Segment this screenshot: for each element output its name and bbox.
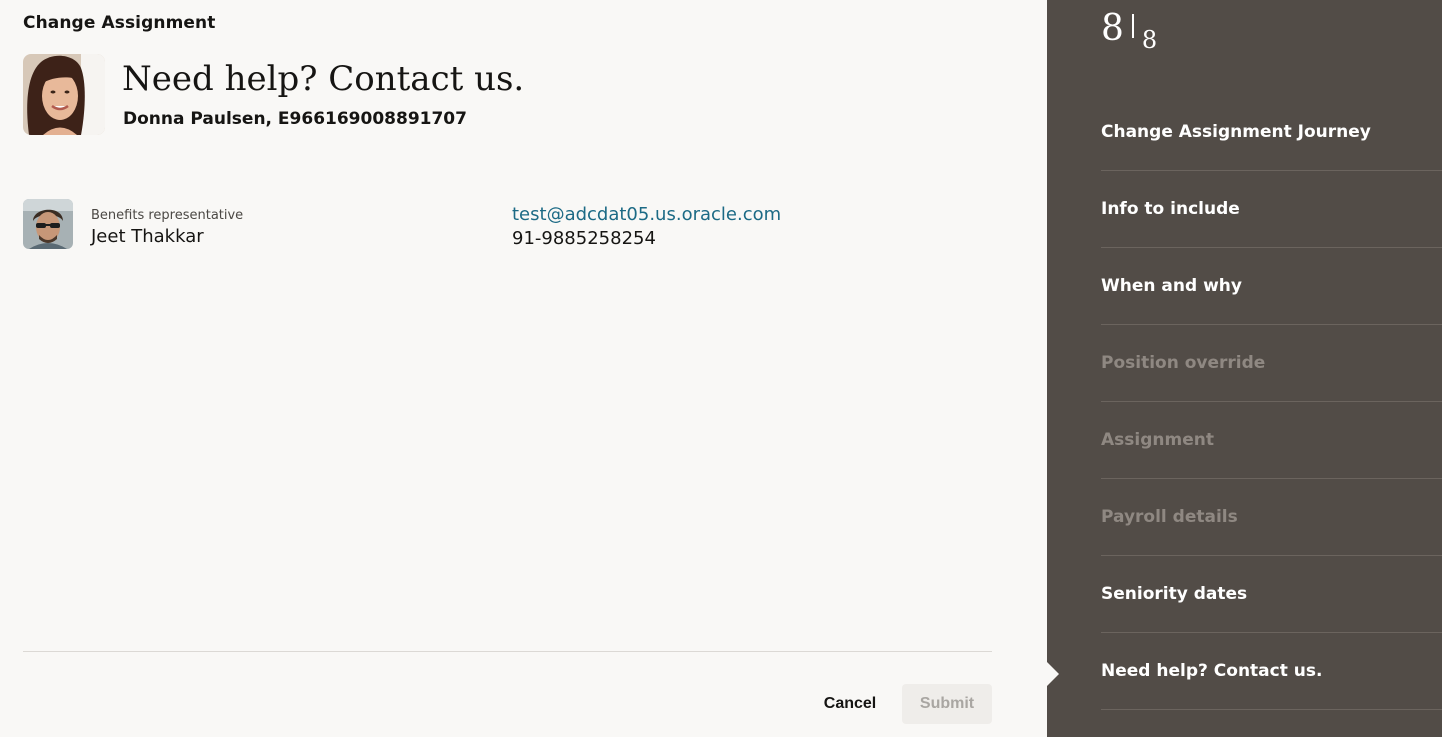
current-step-caret-icon bbox=[1047, 662, 1059, 686]
step-need-help-contact-us[interactable]: Need help? Contact us. bbox=[1101, 633, 1442, 710]
submit-button[interactable]: Submit bbox=[902, 684, 992, 724]
person-name-and-id: Donna Paulsen, E966169008891707 bbox=[123, 109, 467, 129]
step-label: When and why bbox=[1101, 276, 1242, 296]
step-seniority-dates[interactable]: Seniority dates bbox=[1101, 556, 1442, 633]
step-change-assignment-journey[interactable]: Change Assignment Journey bbox=[1101, 94, 1442, 171]
step-label: Position override bbox=[1101, 353, 1266, 373]
man-sunglasses-avatar-icon bbox=[23, 199, 73, 249]
contact-role: Benefits representative bbox=[91, 208, 244, 223]
step-label: Payroll details bbox=[1101, 507, 1238, 527]
step-label: Need help? Contact us. bbox=[1101, 661, 1323, 681]
step-sidebar: 88 Change Assignment Journey Info to inc… bbox=[1047, 0, 1442, 737]
step-label: Assignment bbox=[1101, 430, 1214, 450]
cancel-button[interactable]: Cancel bbox=[812, 684, 888, 724]
step-current: 8 bbox=[1101, 8, 1124, 49]
step-total: 8 bbox=[1141, 26, 1158, 54]
woman-portrait-avatar-icon bbox=[23, 54, 105, 135]
step-label: Change Assignment Journey bbox=[1101, 122, 1371, 142]
step-separator bbox=[1131, 14, 1134, 38]
step-when-and-why[interactable]: When and why bbox=[1101, 248, 1442, 325]
step-label: Seniority dates bbox=[1101, 584, 1248, 604]
footer-divider bbox=[23, 651, 992, 652]
main-panel: Change Assignment Need help? Contact us.… bbox=[0, 0, 1047, 737]
step-list: Change Assignment Journey Info to includ… bbox=[1101, 94, 1442, 710]
contact-name: Jeet Thakkar bbox=[91, 226, 204, 247]
step-counter: 88 bbox=[1101, 8, 1157, 54]
page-heading: Need help? Contact us. bbox=[122, 59, 525, 99]
step-label: Info to include bbox=[1101, 199, 1240, 219]
contact-email-link[interactable]: test@adcdat05.us.oracle.com bbox=[512, 204, 781, 225]
step-assignment: Assignment bbox=[1101, 402, 1442, 479]
contact-phone: 91-9885258254 bbox=[512, 228, 656, 249]
step-info-to-include[interactable]: Info to include bbox=[1101, 171, 1442, 248]
step-position-override: Position override bbox=[1101, 325, 1442, 402]
step-payroll-details: Payroll details bbox=[1101, 479, 1442, 556]
app-title: Change Assignment bbox=[23, 13, 216, 33]
contact-avatar bbox=[23, 199, 73, 249]
person-avatar bbox=[23, 54, 105, 135]
